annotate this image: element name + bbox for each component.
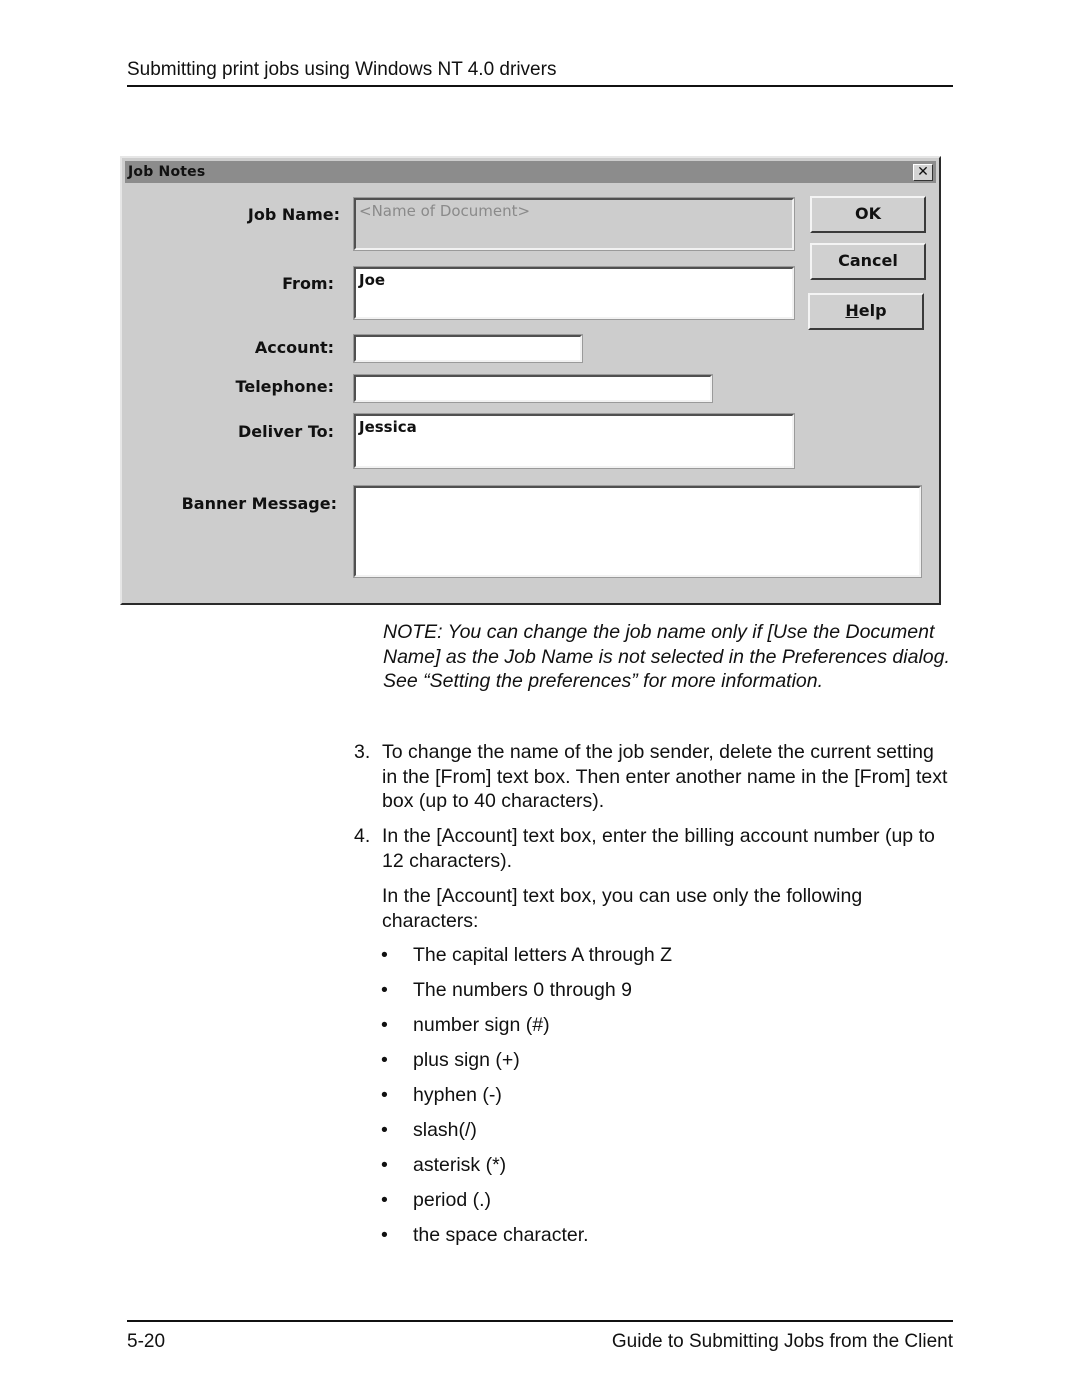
bullet-icon: • [381,1084,388,1106]
bullet-icon: • [381,979,388,1001]
banner-message-field[interactable] [353,485,922,578]
deliver-to-field[interactable]: Jessica [353,413,795,469]
bullet-icon: • [381,1014,388,1036]
dialog-titlebar: Job Notes ✕ [125,161,936,183]
list-item-text: The capital letters A through Z [413,944,673,966]
list-item-text: the space character. [413,1224,589,1246]
job-name-field[interactable]: <Name of Document> [353,197,795,251]
step-text: To change the name of the job sender, de… [382,741,948,812]
footer-book-title: Guide to Submitting Jobs from the Client [611,1331,953,1352]
dialog-title: Job Notes [128,164,206,180]
from-field[interactable]: Joe [353,266,795,320]
running-header: Submitting print jobs using Windows NT 4… [127,58,953,87]
close-icon: ✕ [917,164,929,180]
bullet-icon: • [381,1119,388,1141]
close-button[interactable]: ✕ [913,164,933,181]
list-item-text: hyphen (-) [413,1084,502,1106]
list-item-text: number sign (#) [413,1014,550,1036]
bullet-icon: • [381,1224,388,1246]
account-field[interactable] [353,334,583,363]
ok-button[interactable]: OK [810,196,926,233]
help-mnemonic: H [845,301,859,320]
page-number: 5-20 [127,1331,166,1352]
bullet-icon: • [381,1154,388,1176]
bullet-icon: • [381,944,388,966]
footer-rule [127,1320,953,1322]
help-label: elp [858,301,887,320]
deliver-to-label: Deliver To: [237,422,334,441]
telephone-field[interactable] [353,374,713,403]
job-name-label: Job Name: [247,205,340,224]
account-characters-paragraph: In the [Account] text box, you can use o… [382,885,863,932]
cancel-button[interactable]: Cancel [810,243,926,280]
from-label: From: [282,274,334,293]
list-item-text: The numbers 0 through 9 [413,979,632,1001]
bullet-icon: • [381,1049,388,1071]
help-button[interactable]: Help [808,293,924,330]
telephone-label: Telephone: [235,377,334,396]
banner-message-label: Banner Message: [181,494,337,513]
bullet-icon: • [381,1189,388,1211]
list-item-text: asterisk (*) [413,1154,507,1176]
job-notes-dialog: Job Notes ✕ Job Name: <Name of Document>… [120,156,941,605]
step-number: 4. [354,825,371,847]
note-text: NOTE: You can change the job name only i… [383,621,950,692]
list-item-text: plus sign (+) [413,1049,520,1071]
list-item-text: period (.) [413,1189,492,1211]
list-item-text: slash(/) [413,1119,477,1141]
account-label: Account: [254,338,334,357]
step-number: 3. [354,741,371,763]
step-text: In the [Account] text box, enter the bil… [382,825,935,872]
